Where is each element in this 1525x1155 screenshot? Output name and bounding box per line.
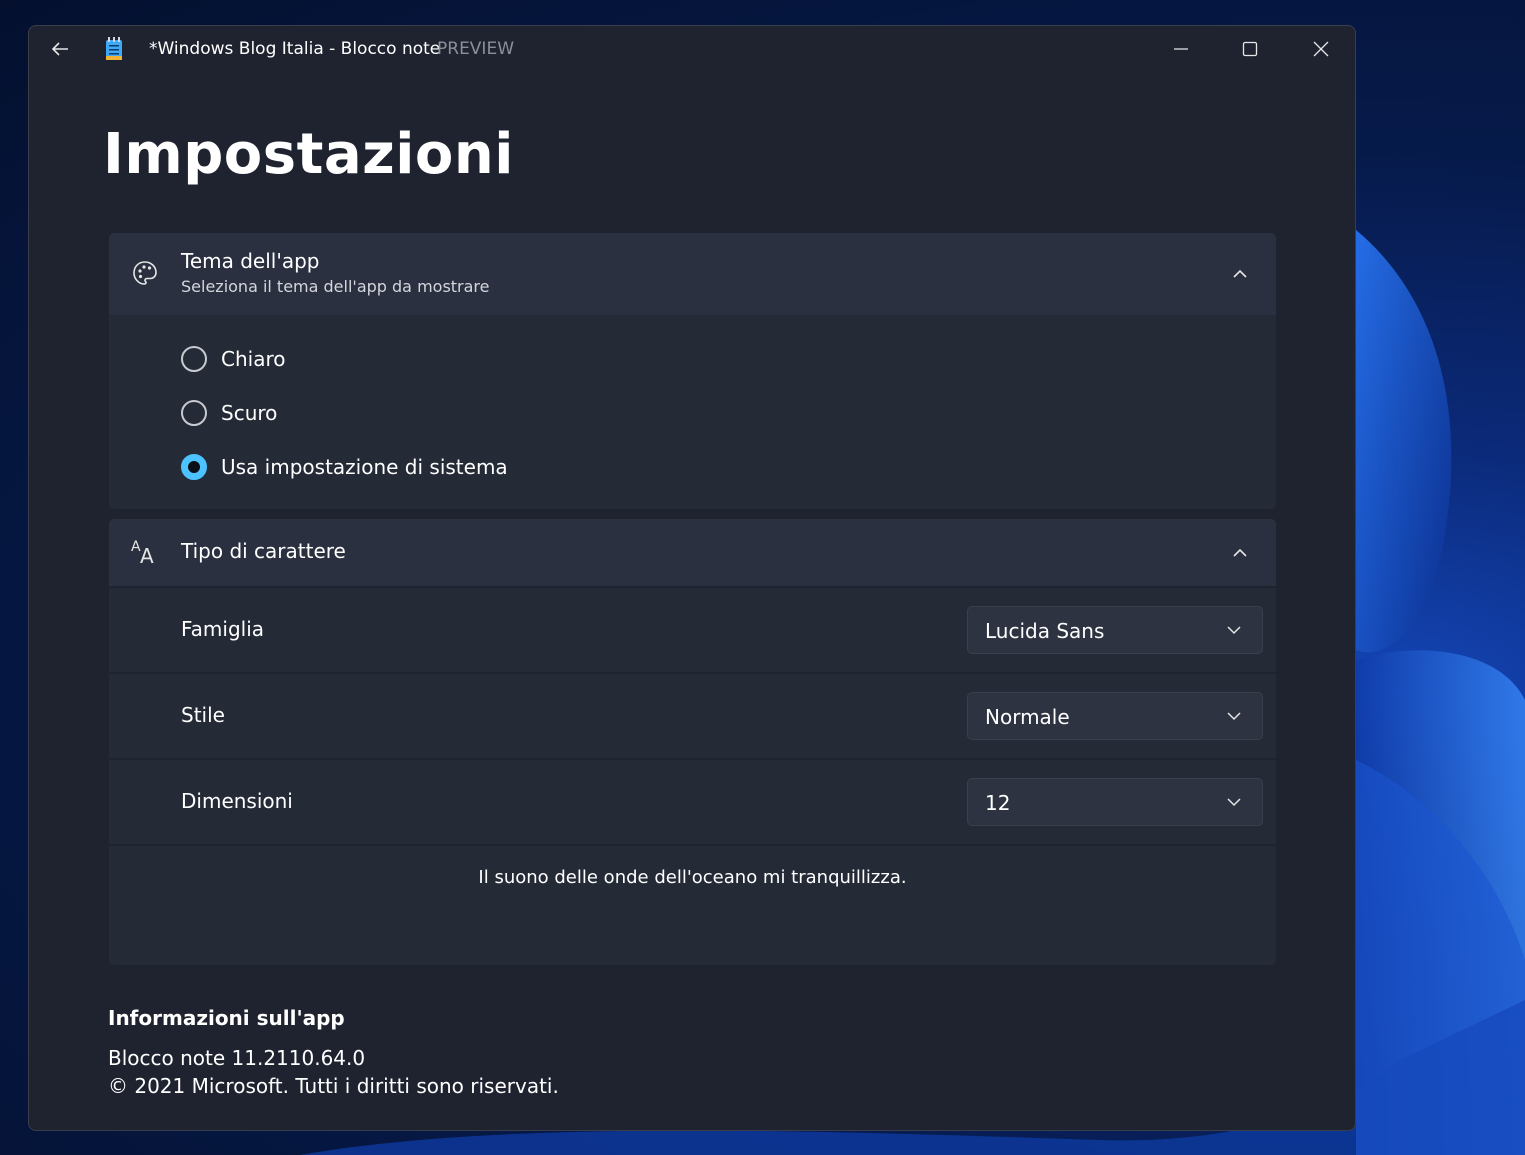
close-icon: [1313, 41, 1329, 57]
notepad-settings-window: *Windows Blog Italia - Blocco note PREVI…: [28, 25, 1356, 1131]
setting-label: Famiglia: [181, 617, 265, 641]
radio-button-selected[interactable]: [181, 454, 207, 480]
dropdown-value: 12: [985, 791, 1011, 815]
window-title: *Windows Blog Italia - Blocco note: [149, 39, 441, 59]
setting-row-famiglia: Famiglia Lucida Sans: [109, 586, 1276, 672]
setting-label: Dimensioni: [181, 789, 293, 813]
font-size-dropdown[interactable]: 12: [967, 778, 1263, 826]
divider: [109, 844, 1276, 846]
chevron-down-icon: [1227, 798, 1241, 807]
notepad-icon: [103, 37, 125, 61]
radio-button[interactable]: [181, 346, 207, 372]
setting-row-stile: Stile Normale: [109, 672, 1276, 758]
font-card-header[interactable]: A A Tipo di carattere: [109, 519, 1276, 586]
minimize-button[interactable]: [1147, 26, 1215, 72]
back-arrow-icon: [51, 42, 68, 56]
radio-option-chiaro[interactable]: Chiaro: [181, 343, 285, 375]
minimize-icon: [1174, 48, 1188, 50]
radio-option-scuro[interactable]: Scuro: [181, 397, 277, 429]
maximize-icon: [1242, 41, 1258, 57]
chevron-up-icon[interactable]: [1230, 264, 1250, 284]
chevron-down-icon: [1227, 626, 1241, 635]
theme-card-header[interactable]: Tema dell'app Seleziona il tema dell'app…: [109, 233, 1276, 315]
radio-label: Usa impostazione di sistema: [221, 455, 508, 479]
window-title-preview: PREVIEW: [437, 39, 514, 59]
dropdown-value: Normale: [985, 705, 1070, 729]
close-button[interactable]: [1287, 26, 1355, 72]
theme-card: Tema dell'app Seleziona il tema dell'app…: [109, 233, 1276, 509]
desktop-wallpaper: *Windows Blog Italia - Blocco note PREVI…: [0, 0, 1525, 1155]
palette-icon: [133, 261, 157, 285]
dropdown-value: Lucida Sans: [985, 619, 1105, 643]
font-card-title: Tipo di carattere: [181, 539, 346, 563]
about-heading: Informazioni sull'app: [108, 1006, 345, 1030]
font-preview-text: Il suono delle onde dell'oceano mi tranq…: [478, 867, 907, 888]
page-title: Impostazioni: [103, 122, 514, 187]
app-version: Blocco note 11.2110.64.0: [108, 1046, 366, 1070]
font-icon: A A: [131, 539, 154, 565]
setting-row-dimensioni: Dimensioni 12: [109, 758, 1276, 844]
font-family-dropdown[interactable]: Lucida Sans: [967, 606, 1263, 654]
font-style-dropdown[interactable]: Normale: [967, 692, 1263, 740]
radio-option-sistema[interactable]: Usa impostazione di sistema: [181, 451, 508, 483]
radio-button[interactable]: [181, 400, 207, 426]
setting-label: Stile: [181, 703, 225, 727]
title-bar[interactable]: *Windows Blog Italia - Blocco note PREVI…: [29, 26, 1355, 72]
theme-card-title: Tema dell'app: [181, 249, 320, 273]
chevron-up-icon[interactable]: [1230, 543, 1250, 563]
radio-label: Scuro: [221, 401, 278, 425]
maximize-button[interactable]: [1216, 26, 1284, 72]
font-card: A A Tipo di carattere Famiglia Lucida Sa…: [109, 519, 1276, 965]
theme-card-subtitle: Seleziona il tema dell'app da mostrare: [181, 277, 490, 296]
svg-text:A: A: [140, 544, 154, 565]
radio-label: Chiaro: [221, 347, 286, 371]
chevron-down-icon: [1227, 712, 1241, 721]
back-button[interactable]: [39, 32, 81, 66]
copyright: © 2021 Microsoft. Tutti i diritti sono r…: [108, 1074, 559, 1098]
